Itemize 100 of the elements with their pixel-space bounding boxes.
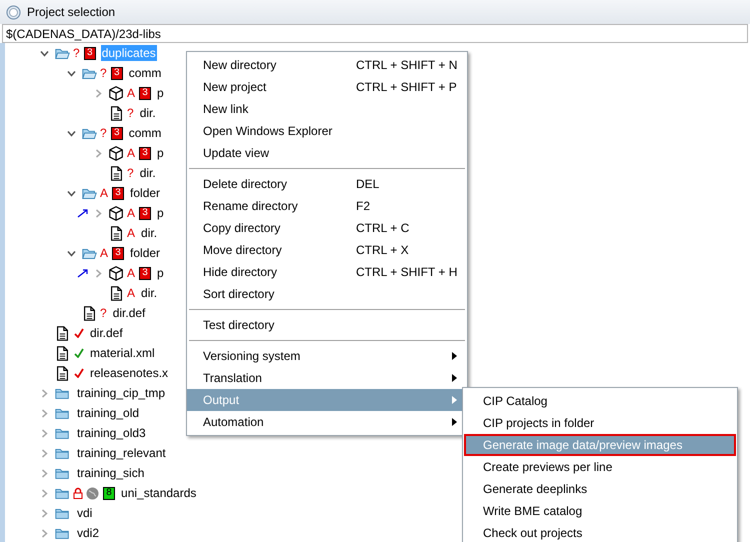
document-icon	[54, 324, 71, 342]
chevron-right-icon[interactable]	[94, 268, 102, 278]
cube-icon	[108, 84, 125, 102]
menu-item[interactable]: Rename directory F2	[187, 195, 467, 217]
shortcut-label: CTRL + SHIFT + H	[356, 265, 458, 279]
menu-item[interactable]: Versioning system	[187, 345, 467, 367]
chevron-down-icon[interactable]	[66, 128, 76, 138]
tree-item[interactable]: p	[156, 265, 165, 281]
chevron-right-icon[interactable]	[40, 388, 48, 398]
chevron-down-icon[interactable]	[66, 188, 76, 198]
menu-item[interactable]: New link	[187, 98, 467, 120]
count-badge: 3	[112, 246, 124, 260]
count-badge: 3	[139, 86, 152, 100]
chevron-right-icon[interactable]	[94, 148, 102, 158]
chevron-right-icon[interactable]	[94, 208, 102, 218]
menu-item[interactable]: Sort directory	[187, 283, 467, 305]
menu-item[interactable]: Translation	[187, 367, 467, 389]
menu-label: Copy directory	[203, 221, 282, 235]
chevron-right-icon[interactable]	[40, 448, 48, 458]
status-marker: A	[127, 266, 136, 280]
tree-item[interactable]: uni_standards	[120, 485, 198, 501]
count-badge: 3	[139, 206, 152, 220]
shortcut-label: CTRL + SHIFT + P	[356, 80, 457, 94]
menu-item[interactable]: Generate deeplinks	[464, 478, 736, 500]
tree-item[interactable]: training_cip_tmp	[76, 385, 166, 401]
document-icon	[54, 364, 71, 382]
tree-item[interactable]: vdi2	[76, 525, 100, 541]
shortcut-label: CTRL + SHIFT + N	[356, 58, 458, 72]
menu-item[interactable]: New directory CTRL + SHIFT + N	[187, 54, 467, 76]
status-marker: A	[127, 86, 136, 100]
menu-item[interactable]: Automation	[187, 411, 467, 433]
tree-item[interactable]: comm	[128, 65, 162, 81]
chevron-down-icon[interactable]	[40, 48, 48, 58]
status-marker: A	[127, 286, 136, 300]
tree-item[interactable]: folder	[129, 185, 162, 201]
chevron-right-icon[interactable]	[40, 508, 48, 518]
tree-item[interactable]: dir.	[138, 165, 157, 181]
tree-item[interactable]: training_relevant	[76, 445, 167, 461]
menu-item[interactable]: CIP Catalog	[464, 390, 736, 412]
menu-label: New project	[203, 80, 268, 94]
tree-item[interactable]: dir.def	[112, 305, 146, 321]
document-icon	[54, 344, 71, 362]
tree-item[interactable]: training_old3	[76, 425, 147, 441]
tree-item[interactable]: training_old	[76, 405, 140, 421]
tree-item[interactable]: dir.	[140, 225, 158, 241]
chevron-down-icon[interactable]	[66, 68, 76, 78]
tree-item[interactable]: dir.	[138, 105, 157, 121]
status-marker: ?	[73, 46, 80, 60]
menu-item[interactable]: Open Windows Explorer	[187, 120, 467, 142]
menu-item[interactable]: Create previews per line	[464, 456, 736, 478]
cube-icon	[108, 264, 125, 282]
tree-item[interactable]: material.xml	[89, 345, 156, 361]
status-marker: A	[100, 186, 108, 200]
shortcut-label: DEL	[356, 177, 380, 191]
cube-icon	[108, 204, 125, 222]
tree-item[interactable]: folder	[129, 245, 162, 261]
document-icon	[108, 284, 125, 302]
chevron-right-icon[interactable]	[40, 408, 48, 418]
chevron-right-icon[interactable]	[40, 428, 48, 438]
menu-item[interactable]: Move directory CTRL + X	[187, 239, 467, 261]
status-marker: ?	[100, 126, 107, 140]
tree-item[interactable]: p	[156, 205, 165, 221]
menu-item[interactable]: Hide directory CTRL + SHIFT + H	[187, 261, 467, 283]
status-marker: ?	[127, 166, 134, 180]
chevron-down-icon[interactable]	[66, 248, 76, 258]
count-badge: 3	[139, 146, 152, 160]
menu-item[interactable]: Check out projects	[464, 522, 736, 542]
menu-item[interactable]: CIP projects in folder	[464, 412, 736, 434]
menu-label: Update view	[203, 146, 270, 160]
status-marker: ?	[100, 306, 107, 320]
tree-item[interactable]: p	[156, 145, 165, 161]
tree-item[interactable]: dir.def	[89, 325, 124, 341]
document-icon	[108, 104, 125, 122]
menu-item[interactable]: Copy directory CTRL + C	[187, 217, 467, 239]
tree-item[interactable]: training_sich	[76, 465, 146, 481]
menu-label: Versioning system	[203, 349, 302, 363]
tree-item[interactable]: releasenotes.x	[89, 365, 170, 381]
menu-label: Rename directory	[203, 199, 299, 213]
menu-item[interactable]: New project CTRL + SHIFT + P	[187, 76, 467, 98]
tree-item[interactable]: dir.	[140, 285, 158, 301]
menu-label: Open Windows Explorer	[203, 124, 334, 138]
menu-item[interactable]: Update view	[187, 142, 467, 164]
cube-icon	[108, 144, 125, 162]
tree-item[interactable]: vdi	[76, 505, 94, 521]
menu-item[interactable]: Write BME catalog	[464, 500, 736, 522]
chevron-right-icon[interactable]	[40, 468, 48, 478]
count-badge: 3	[110, 126, 123, 140]
menu-label: Delete directory	[203, 177, 288, 191]
count-badge: 3	[110, 66, 123, 80]
count-badge: 3	[84, 46, 96, 60]
menu-label: New link	[203, 102, 250, 116]
path-field[interactable]: $(CADENAS_DATA)/23d-libs	[2, 24, 748, 43]
count-badge: 3	[139, 266, 152, 280]
chevron-right-icon[interactable]	[40, 488, 48, 498]
tree-item[interactable]: p	[156, 85, 165, 101]
tree-item[interactable]: comm	[128, 125, 162, 141]
chevron-right-icon[interactable]	[40, 528, 48, 538]
menu-item[interactable]: Delete directory DEL	[187, 173, 467, 195]
chevron-right-icon[interactable]	[94, 88, 102, 98]
menu-item[interactable]: Test directory	[187, 314, 467, 336]
